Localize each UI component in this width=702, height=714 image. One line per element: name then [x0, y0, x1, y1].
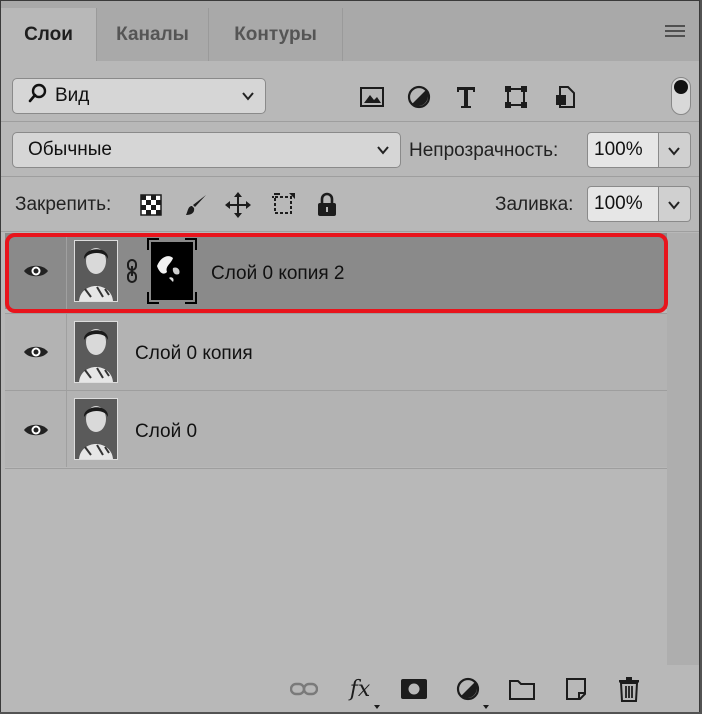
chevron-down-icon — [668, 201, 680, 210]
fill-dropdown-button[interactable] — [659, 186, 691, 222]
adjustment-layer-icon[interactable] — [454, 675, 489, 709]
layer-thumbnail[interactable] — [74, 398, 118, 460]
new-group-icon[interactable] — [508, 675, 536, 703]
chevron-down-icon — [377, 146, 389, 155]
tab-channels[interactable]: Каналы — [97, 8, 209, 61]
opacity-label: Непрозрачность: — [409, 140, 559, 161]
add-mask-icon[interactable] — [400, 675, 428, 703]
tab-layers[interactable]: Слои — [1, 8, 97, 61]
layer-row[interactable]: Слой 0 копия — [5, 314, 667, 390]
lock-all-icon[interactable] — [313, 191, 341, 219]
delete-layer-icon[interactable] — [615, 675, 643, 703]
text-filter-icon[interactable] — [452, 83, 480, 111]
adjustment-filter-icon[interactable] — [405, 83, 433, 111]
blend-mode-value: Обычные — [28, 139, 112, 160]
new-layer-icon[interactable] — [562, 675, 590, 703]
tab-layers-label: Слои — [24, 23, 73, 45]
divider — [1, 121, 699, 122]
chevron-down-icon — [668, 147, 680, 156]
layers-scrollbar[interactable] — [667, 233, 699, 665]
eye-icon — [24, 424, 48, 436]
tab-paths[interactable]: Контуры — [209, 8, 343, 61]
filter-kind-value: Вид — [55, 85, 90, 106]
chevron-down-icon — [242, 92, 254, 101]
layer-visibility-toggle[interactable] — [5, 314, 67, 390]
layer-thumbnail[interactable] — [74, 321, 118, 383]
layer-row[interactable]: Слой 0 — [5, 391, 667, 467]
fill-label: Заливка: — [495, 194, 574, 215]
fx-icon[interactable]: fx — [346, 675, 380, 709]
triangle-indicator — [483, 705, 489, 709]
fill-value: 100% — [594, 193, 643, 214]
layer-name[interactable]: Слой 0 — [135, 421, 197, 443]
eye-icon — [24, 346, 48, 358]
layer-visibility-toggle[interactable] — [5, 391, 67, 467]
panel-menu-icon[interactable] — [665, 25, 685, 39]
search-icon — [27, 82, 49, 110]
layer-name[interactable]: Слой 0 копия — [135, 343, 253, 365]
image-filter-icon[interactable] — [358, 83, 386, 111]
shape-filter-icon[interactable] — [502, 83, 530, 111]
opacity-value: 100% — [594, 139, 643, 160]
divider — [1, 231, 699, 232]
lock-artboard-icon[interactable] — [269, 191, 297, 219]
fill-input[interactable]: 100% — [587, 186, 659, 222]
lock-position-move-icon[interactable] — [224, 191, 252, 219]
blend-mode-select[interactable]: Обычные — [12, 132, 401, 168]
smart-object-filter-icon[interactable] — [551, 83, 579, 111]
fx-label: fx — [349, 676, 371, 702]
tab-paths-label: Контуры — [234, 23, 317, 45]
triangle-indicator — [374, 705, 380, 709]
lock-image-pixels-brush-icon[interactable] — [182, 191, 210, 219]
lock-label: Закрепить: — [15, 194, 112, 215]
divider — [5, 468, 667, 469]
opacity-input[interactable]: 100% — [587, 132, 659, 168]
bottom-toolbar: fx — [1, 665, 699, 712]
filter-kind-select[interactable]: Вид — [12, 78, 266, 114]
lock-transparent-pixels-icon[interactable] — [137, 191, 165, 219]
filter-toggle-switch[interactable] — [671, 77, 691, 115]
divider — [1, 176, 699, 177]
opacity-dropdown-button[interactable] — [659, 132, 691, 168]
highlight-box — [5, 233, 668, 313]
tab-bar: Слои Каналы Контуры — [1, 1, 699, 61]
tab-channels-label: Каналы — [116, 23, 189, 45]
layers-panel: Слои Каналы Контуры Вид Обычные Непрозра… — [0, 0, 700, 712]
link-layers-icon[interactable] — [290, 675, 318, 703]
